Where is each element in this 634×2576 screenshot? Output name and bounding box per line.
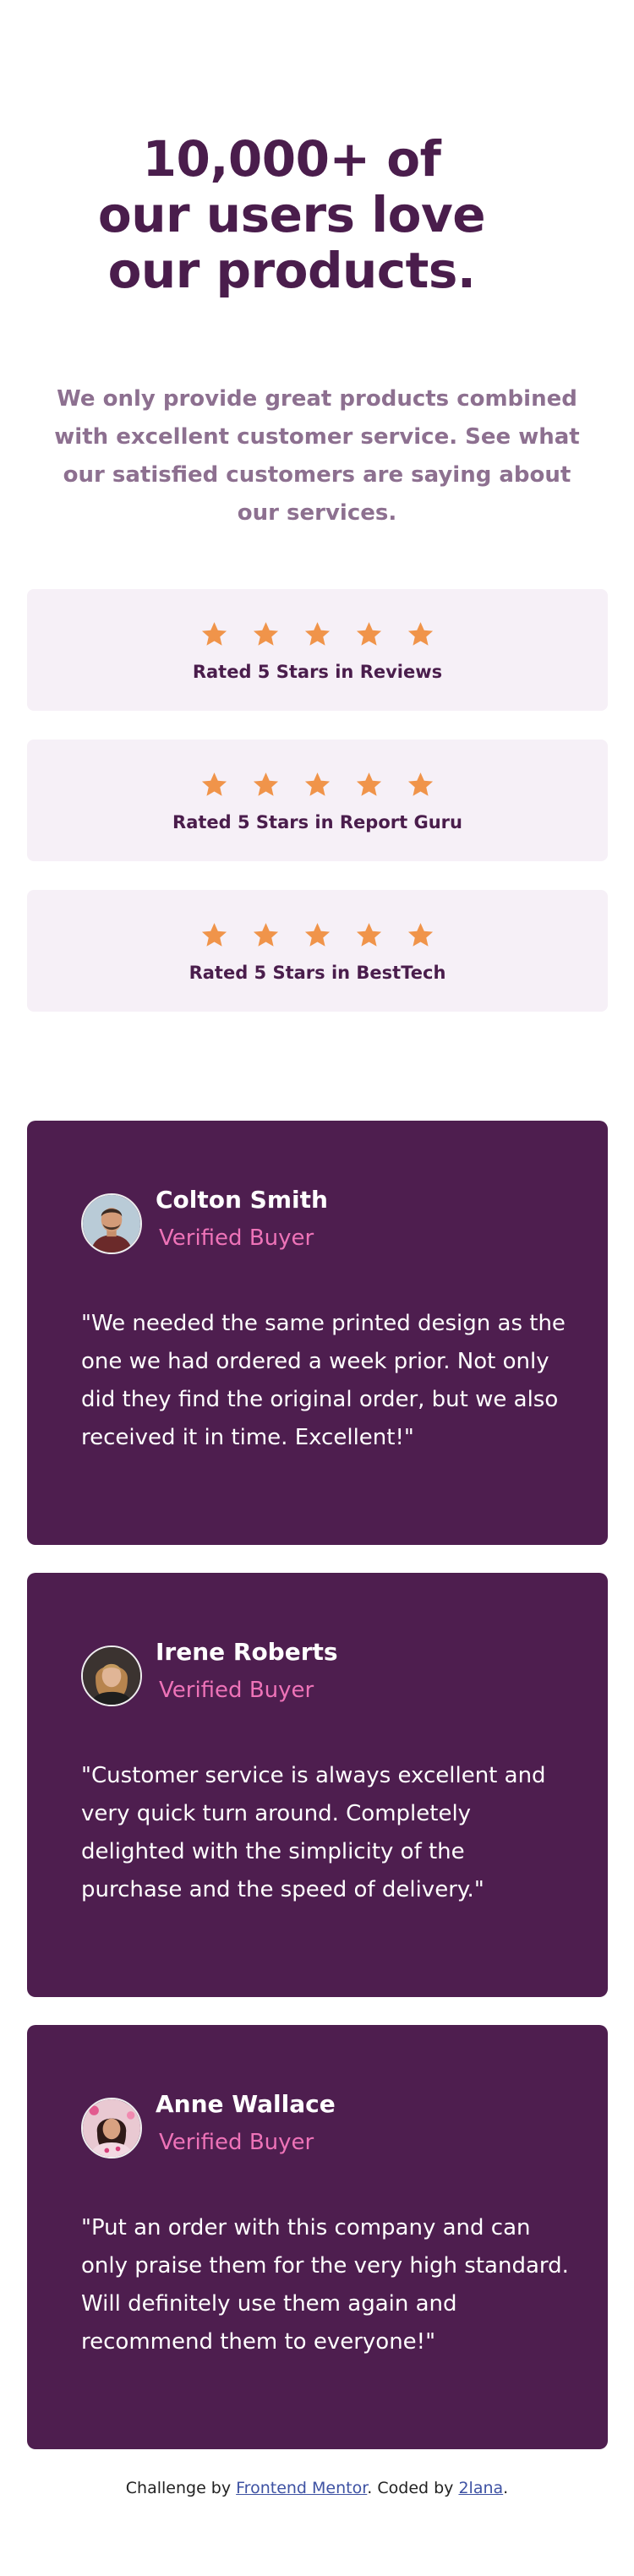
star-icon (252, 620, 280, 648)
rating-label: Rated 5 Stars in BestTech (189, 963, 446, 983)
hero-subtitle: We only provide great products combined … (54, 386, 580, 526)
avatar-irene-icon (81, 1645, 142, 1706)
testimonial-quote: "Put an order with this company and can … (81, 2215, 569, 2355)
testimonial-card-colton: Colton Smith Verified Buyer "We needed t… (27, 1121, 608, 1545)
star-icon (200, 921, 228, 949)
testimonial-card-anne: Anne Wallace Verified Buyer "Put an orde… (27, 2025, 608, 2449)
rating-card-reviews: Rated 5 Stars in Reviews (27, 589, 608, 711)
star-icon (200, 771, 228, 799)
attribution-prefix: Challenge by (125, 2479, 237, 2497)
stars-row (27, 921, 608, 949)
star-icon (200, 620, 228, 648)
rating-label: Rated 5 Stars in Report Guru (172, 812, 462, 832)
star-icon (252, 771, 280, 799)
rating-card-besttech: Rated 5 Stars in BestTech (27, 890, 608, 1012)
attribution-middle: . Coded by (367, 2479, 459, 2497)
star-icon (407, 921, 435, 949)
reviewer-name: Anne Wallace (156, 2090, 336, 2118)
star-icon (407, 771, 435, 799)
reviewer-name: Colton Smith (156, 1186, 328, 1214)
star-icon (252, 921, 280, 949)
verified-buyer-label: Verified Buyer (159, 2130, 314, 2155)
stars-row (27, 771, 608, 799)
avatar-anne-icon (81, 2098, 142, 2158)
star-icon (303, 921, 331, 949)
rating-label: Rated 5 Stars in Reviews (192, 662, 443, 682)
reviewer-name: Irene Roberts (156, 1638, 338, 1666)
hero-title: 10,000+ of our users love our products. (97, 130, 486, 299)
testimonial-card-irene: Irene Roberts Verified Buyer "Customer s… (27, 1573, 608, 1997)
stars-row (27, 620, 608, 648)
star-icon (303, 771, 331, 799)
rating-card-report-guru: Rated 5 Stars in Report Guru (27, 740, 608, 861)
star-icon (355, 771, 383, 799)
testimonial-quote: "We needed the same printed design as th… (81, 1311, 566, 1450)
frontend-mentor-link[interactable]: Frontend Mentor (236, 2479, 367, 2497)
author-link[interactable]: 2lana (458, 2479, 503, 2497)
star-icon (355, 620, 383, 648)
verified-buyer-label: Verified Buyer (159, 1678, 314, 1703)
star-icon (355, 921, 383, 949)
star-icon (303, 620, 331, 648)
star-icon (407, 620, 435, 648)
testimonial-quote: "Customer service is always excellent an… (81, 1763, 546, 1902)
verified-buyer-label: Verified Buyer (159, 1225, 314, 1251)
avatar-colton-icon (81, 1193, 142, 1254)
attribution: Challenge by Frontend Mentor. Coded by 2… (0, 2476, 634, 2500)
attribution-suffix: . (503, 2479, 509, 2497)
